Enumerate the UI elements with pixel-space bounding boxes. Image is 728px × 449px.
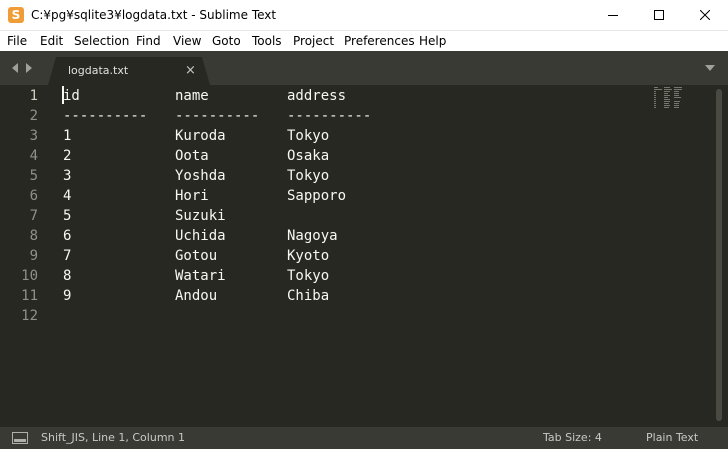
maximize-icon <box>654 10 664 20</box>
tab-scroll-left-icon[interactable] <box>10 62 20 74</box>
line-number: 2 <box>29 108 38 124</box>
menu-project[interactable]: Project <box>293 31 334 51</box>
window-title: C:¥pg¥sqlite3¥logdata.txt - Sublime Text <box>31 8 277 22</box>
cell-id: 9 <box>63 288 72 304</box>
menu-find[interactable]: Find <box>136 31 161 51</box>
cell-id: ---------- <box>63 108 148 124</box>
line-number: 8 <box>29 228 38 244</box>
panel-toggle-icon[interactable] <box>12 432 28 444</box>
menu-selection[interactable]: Selection <box>74 31 129 51</box>
cell-id: 8 <box>63 268 72 284</box>
cell-id: 3 <box>63 168 72 184</box>
cell-name: Andou <box>175 288 218 304</box>
text-line: ---------- ---------- ---------- <box>63 106 371 126</box>
cell-address: Kyoto <box>287 248 330 264</box>
line-number: 10 <box>21 268 38 284</box>
cell-name: name <box>175 88 209 104</box>
cell-name: Suzuki <box>175 208 226 224</box>
cell-name: ---------- <box>175 108 260 124</box>
status-bar: Shift_JIS, Line 1, Column 1 Tab Size: 4 … <box>0 427 728 449</box>
line-number: 3 <box>29 128 38 144</box>
cell-name: Uchida <box>175 228 226 244</box>
text-cursor <box>62 86 64 104</box>
menu-view[interactable]: View <box>173 31 201 51</box>
tab-label: logdata.txt <box>68 64 129 77</box>
tab-bar: logdata.txt × <box>0 51 728 85</box>
menu-edit[interactable]: Edit <box>40 31 63 51</box>
status-syntax[interactable]: Plain Text <box>646 427 698 449</box>
text-line: 4 Hori Sapporo <box>63 186 346 206</box>
cell-name: Gotou <box>175 248 218 264</box>
cell-address: Tokyo <box>287 168 330 184</box>
cell-name: Hori <box>175 188 209 204</box>
cell-id: 6 <box>63 228 72 244</box>
line-number: 1 <box>29 88 38 104</box>
cell-name: Oota <box>175 148 209 164</box>
cell-id: 4 <box>63 188 72 204</box>
line-number: 6 <box>29 188 38 204</box>
menu-preferences[interactable]: Preferences <box>344 31 415 51</box>
cell-address: Sapporo <box>287 188 347 204</box>
code-area[interactable]: id name address ---------- ---------- --… <box>63 85 643 427</box>
cell-name: Yoshda <box>175 168 226 184</box>
text-line: 6 Uchida Nagoya <box>63 226 338 246</box>
close-button[interactable] <box>682 0 728 30</box>
status-position: Shift_JIS, Line 1, Column 1 <box>41 431 185 444</box>
menu-tools[interactable]: Tools <box>252 31 282 51</box>
text-line: 9 Andou Chiba <box>63 286 329 306</box>
cell-id: 7 <box>63 248 72 264</box>
cell-id: 1 <box>63 128 72 144</box>
cell-name: Watari <box>175 268 226 284</box>
vertical-scrollbar[interactable] <box>716 89 722 421</box>
text-line: 7 Gotou Kyoto <box>63 246 329 266</box>
line-number-gutter: 1 2 3 4 5 6 7 8 9 10 11 12 <box>0 85 42 427</box>
text-line: 8 Watari Tokyo <box>63 266 329 286</box>
sublime-text-icon: S <box>8 7 24 23</box>
menu-file[interactable]: File <box>7 31 27 51</box>
chevron-down-icon[interactable] <box>704 63 716 73</box>
text-line: 5 Suzuki <box>63 206 226 226</box>
cell-address: Nagoya <box>287 228 338 244</box>
text-line: id name address <box>63 86 346 106</box>
text-line <box>63 306 114 326</box>
cell-id: 5 <box>63 208 72 224</box>
text-line: 3 Yoshda Tokyo <box>63 166 329 186</box>
cell-address: Tokyo <box>287 128 330 144</box>
text-line: 1 Kuroda Tokyo <box>63 126 329 146</box>
title-bar: S C:¥pg¥sqlite3¥logdata.txt - Sublime Te… <box>0 0 728 31</box>
minimize-button[interactable] <box>590 0 636 30</box>
line-number: 5 <box>29 168 38 184</box>
minimap[interactable] <box>652 87 708 111</box>
line-number: 4 <box>29 148 38 164</box>
cell-address: Tokyo <box>287 268 330 284</box>
tab-close-icon[interactable]: × <box>185 57 196 85</box>
cell-id: 2 <box>63 148 72 164</box>
line-number: 12 <box>21 308 38 324</box>
cell-name: Kuroda <box>175 128 226 144</box>
maximize-button[interactable] <box>636 0 682 30</box>
menu-goto[interactable]: Goto <box>212 31 241 51</box>
cell-address: ---------- <box>287 108 372 124</box>
minimize-icon <box>608 15 618 16</box>
text-line: 2 Oota Osaka <box>63 146 329 166</box>
cell-address: Osaka <box>287 148 330 164</box>
cell-id: id <box>63 88 80 104</box>
tab-logdata[interactable]: logdata.txt × <box>48 57 210 85</box>
close-icon <box>700 10 710 20</box>
editor[interactable]: 1 2 3 4 5 6 7 8 9 10 11 12 id name addre… <box>0 85 728 427</box>
line-number: 11 <box>21 288 38 304</box>
cell-address: address <box>287 88 347 104</box>
tab-scroll-right-icon[interactable] <box>24 62 34 74</box>
menu-bar: File Edit Selection Find View Goto Tools… <box>0 31 728 51</box>
line-number: 9 <box>29 248 38 264</box>
line-number: 7 <box>29 208 38 224</box>
cell-address: Chiba <box>287 288 330 304</box>
status-tab-size[interactable]: Tab Size: 4 <box>543 427 602 449</box>
menu-help[interactable]: Help <box>419 31 446 51</box>
